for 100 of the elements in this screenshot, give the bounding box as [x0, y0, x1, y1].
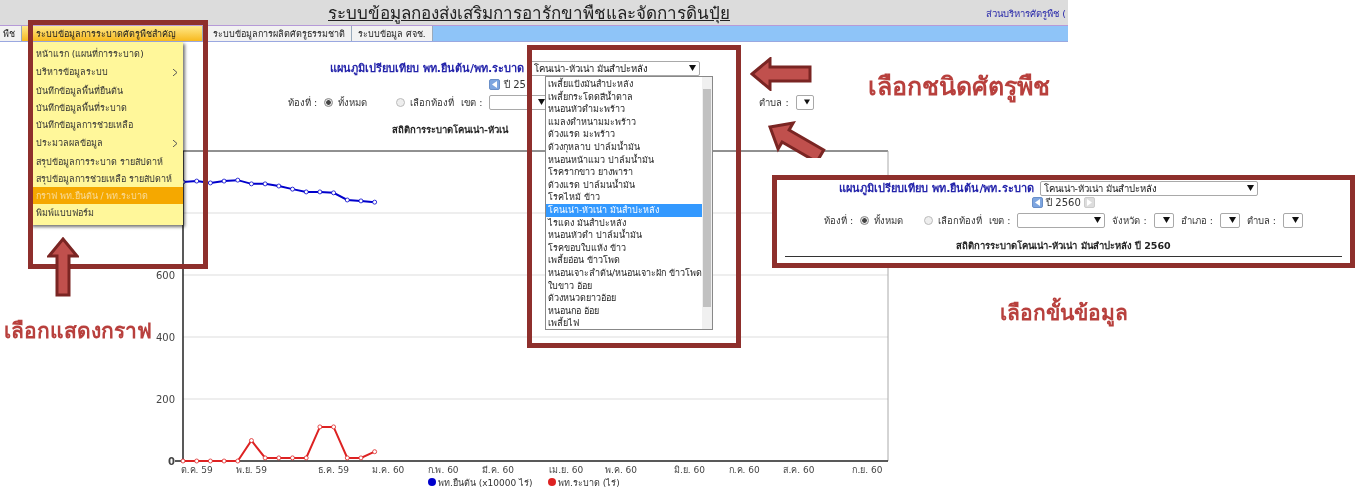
data-point — [317, 424, 323, 430]
pest-option[interactable]: โรครากขาว ยางพารา — [546, 166, 702, 179]
data-point — [331, 424, 336, 430]
pest-option[interactable]: หนอนกอ อ้อย — [546, 304, 702, 318]
data-point — [276, 455, 282, 461]
data-point — [331, 190, 336, 196]
data-point — [317, 189, 323, 195]
nav-tab[interactable]: ระบบข้อมูล ศจช. — [352, 26, 433, 41]
radio-label: ทั้งหมด — [338, 95, 368, 110]
x-tick-label: พ.ย. 59 — [235, 465, 267, 475]
chart-title: แผนภูมิเปรียบเทียบ พท.ยืนต้น/พท.ระบาด — [839, 181, 1034, 197]
legend-dot — [548, 478, 556, 486]
x-tick-label: ก.ค. 60 — [728, 465, 760, 475]
field-label: จังหวัด : — [1112, 213, 1147, 228]
previous-year-button[interactable] — [489, 79, 500, 90]
data-point — [372, 449, 378, 455]
pest-option[interactable]: โรคขอบใบแห้ง ข้าว — [546, 241, 702, 255]
annotation-label: เลือกขั้นข้อมูล — [1000, 296, 1128, 329]
radio-button[interactable] — [396, 97, 406, 107]
data-point — [372, 199, 378, 205]
data-point — [194, 178, 200, 184]
radio-button[interactable] — [860, 215, 870, 225]
location-select[interactable] — [1219, 212, 1240, 228]
x-tick-label: ธ.ค. 59 — [318, 465, 350, 475]
pest-select[interactable]: โคนเน่า-หัวเน่า มันสำปะหลัง — [1039, 180, 1258, 196]
year-label: ปี 2560 — [1046, 195, 1081, 210]
menu-item[interactable]: หน้าแรก (แผนที่การระบาด) — [30, 45, 183, 62]
stats-title: สถิติการระบาดโคนเน่า-หัวเน่า มันสำปะหลัง ปี 2560 — [956, 239, 1171, 253]
legend-label: พท.ยืนต้น (x10000 ไร่) — [438, 478, 533, 487]
pest-option[interactable]: เพลี้ยแป้งมันสำปะหลัง — [546, 78, 702, 91]
legend-dot — [428, 478, 436, 486]
dropdown-arrow-icon — [689, 65, 697, 71]
x-tick-label: ม.ค. 60 — [372, 465, 405, 475]
nav-tab[interactable]: ระบบข้อมูลการระบาดศัตรูพืชสำคัญ — [22, 26, 203, 41]
data-point — [235, 458, 241, 464]
menu-item[interactable]: บริหารข้อมูลระบบ — [30, 62, 183, 82]
location-select[interactable] — [1283, 212, 1304, 228]
location-select[interactable] — [1153, 212, 1174, 228]
radio-label: เลือกท้องที่ — [410, 95, 455, 110]
data-point — [303, 455, 309, 461]
menu-item[interactable]: บันทึกข้อมูลพื้นที่ระบาด — [30, 99, 183, 116]
data-point — [303, 189, 309, 195]
x-tick-label: ก.พ. 60 — [427, 465, 459, 475]
menu-item[interactable]: สรุปข้อมูลการช่วยเหลือ รายสัปดาห์ — [30, 170, 183, 187]
header-link[interactable]: ส่วนบริหารศัตรูพืช ( — [986, 6, 1066, 21]
pest-option[interactable]: ใบขาว อ้อย — [546, 279, 702, 293]
pest-option[interactable]: เพลี้ยไฟ — [546, 317, 702, 330]
left-arrow — [750, 57, 812, 91]
data-point — [290, 455, 295, 461]
y-tick-label: 200 — [155, 394, 175, 405]
x-tick-label: เม.ย. 60 — [549, 465, 584, 475]
data-point — [194, 458, 200, 464]
nav-tab[interactable]: พืช — [0, 26, 22, 41]
pest-option[interactable]: ด้วงแรด มะพร้าว — [546, 128, 702, 141]
menu-item[interactable]: บันทึกข้อมูลพื้นที่ยืนต้น — [30, 82, 183, 99]
data-point — [344, 197, 350, 203]
x-tick-label: มี.ค. 60 — [481, 465, 514, 475]
pest-option[interactable]: ไรแดง มันสำปะหลัง — [546, 216, 702, 230]
x-tick-label: พ.ค. 60 — [605, 465, 638, 475]
data-point — [249, 438, 254, 443]
pest-option[interactable]: เพลี้ยกระโดดสีน้ำตาล — [546, 90, 702, 104]
subdistrict-select[interactable] — [795, 94, 814, 110]
pest-option[interactable]: แมลงดำหนามมะพร้าว — [546, 115, 702, 129]
menu-item[interactable]: บันทึกข้อมูลการช่วยเหลือ — [30, 116, 183, 133]
previous-year-button[interactable] — [1032, 196, 1044, 208]
pest-option[interactable]: หนอนหัวดำมะพร้าว — [546, 103, 702, 116]
radio-button[interactable] — [324, 97, 334, 107]
dropdown-arrow-icon — [1228, 217, 1236, 223]
dropdown-arrow-icon — [1246, 185, 1254, 191]
pest-option[interactable]: ด้วงหนวดยาวอ้อย — [546, 292, 702, 305]
x-tick-label: ส.ค. 60 — [783, 465, 815, 475]
data-point — [249, 181, 254, 187]
pest-option[interactable]: ด้วงกุหลาบ ปาล์มน้ำมัน — [546, 140, 702, 154]
data-point — [290, 186, 295, 192]
y-tick-label: 0 — [168, 456, 175, 467]
data-point — [344, 455, 350, 461]
scrollbar[interactable] — [701, 77, 712, 329]
pest-option[interactable]: โรคไหม้ ข้าว — [546, 191, 702, 204]
menu-item[interactable]: สรุปข้อมูลการระบาด รายสัปดาห์ — [30, 153, 183, 170]
pest-option[interactable]: หนอนหัวดำ ปาล์มน้ำมัน — [546, 229, 702, 242]
site-title: ระบบข้อมูลกองส่งเสริมการอารักขาพืชและจัดการดินปุ๋ย — [328, 2, 730, 26]
data-point — [358, 198, 364, 204]
y-tick-label: 400 — [155, 332, 175, 343]
up-arrow — [47, 237, 79, 297]
menu-item[interactable]: ประมวลผลข้อมูล — [30, 133, 183, 153]
data-point — [276, 183, 282, 189]
menu-item[interactable]: พิมพ์แบบฟอร์ม — [30, 204, 183, 221]
pest-option[interactable]: หนอนเจาะลำต้น/หนอนเจาะฝัก ข้าวโพด — [546, 266, 702, 280]
subdistrict-label: ตำบล : — [759, 95, 789, 110]
pest-option[interactable]: เพลี้ยอ่อน ข้าวโพด — [546, 254, 702, 267]
radio-button[interactable] — [924, 215, 934, 225]
zone-label: เขต : — [461, 95, 483, 110]
pest-option[interactable]: ด้วงแรด ปาล์มนน้ำมัน — [546, 178, 702, 192]
field-label: เขต : — [989, 213, 1011, 228]
pest-option[interactable]: หนอนหน้าแมว ปาล์มน้ำมัน — [546, 153, 702, 167]
pest-select[interactable]: โคนเน่า-หัวเน่า มันสำปะหลัง — [530, 60, 701, 76]
pest-dropdown-list[interactable] — [545, 76, 713, 330]
location-label: ท้องที่ : — [288, 95, 318, 110]
x-tick-label: ก.ย. 60 — [852, 465, 883, 475]
radio-label: เลือกท้องที่ — [938, 213, 983, 228]
